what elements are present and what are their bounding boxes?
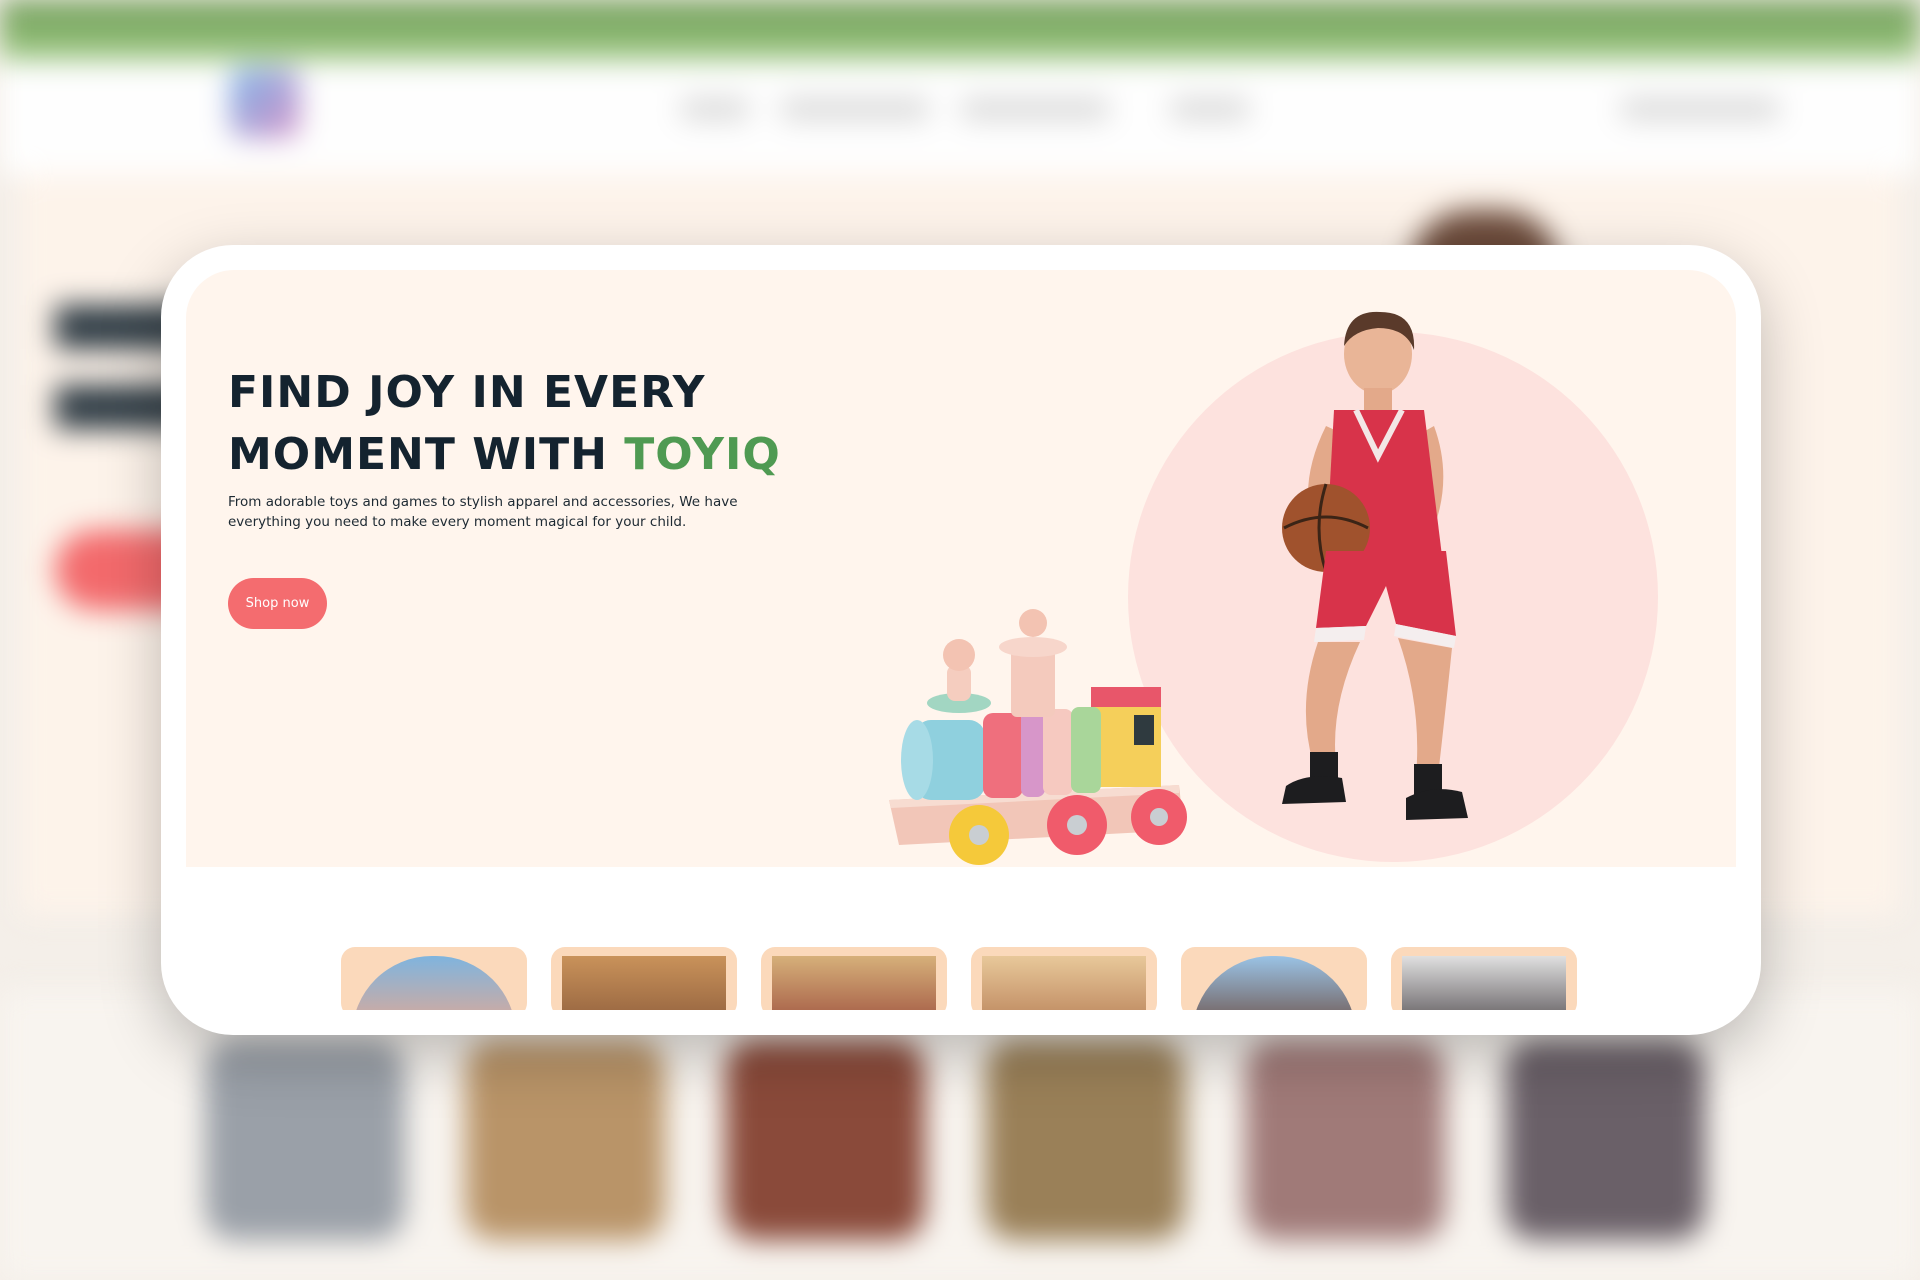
hero-title-line-1: Find joy in every: [228, 367, 706, 418]
hero-brand-name: ToyIQ: [624, 429, 781, 480]
background-logo: [230, 68, 300, 138]
category-thumbnail[interactable]: [551, 947, 737, 1010]
background-thumbnail: [1505, 1040, 1705, 1240]
category-thumbnail-image: [352, 956, 516, 1010]
hero-description: From adorable toys and games to stylish …: [228, 494, 738, 530]
hero-preview-inner: Find joy in every moment with ToyIQ From…: [186, 270, 1736, 1010]
category-thumbnail[interactable]: [971, 947, 1157, 1010]
background-thumbnail: [465, 1040, 665, 1240]
background-thumbnail: [1245, 1040, 1445, 1240]
toy-train-image: [889, 609, 1187, 865]
background-nav-item: [960, 98, 1110, 120]
hero-title: Find joy in every moment with ToyIQ: [228, 362, 781, 486]
category-thumbnail[interactable]: [1181, 947, 1367, 1010]
category-thumbnail[interactable]: [1391, 947, 1577, 1010]
hero-preview-card: Find joy in every moment with ToyIQ From…: [161, 245, 1761, 1035]
category-thumbnail-image: [1192, 956, 1356, 1010]
category-thumbnail-image: [562, 956, 726, 1010]
category-thumbnail-row: [341, 947, 1581, 1010]
background-nav-item: [780, 98, 930, 120]
background-nav-item: [1620, 98, 1780, 120]
category-thumbnail-image: [1402, 956, 1566, 1010]
shop-now-button[interactable]: Shop now: [228, 578, 327, 629]
boy-with-basketball-image: [1282, 311, 1468, 820]
background-thumbnail: [725, 1040, 925, 1240]
category-thumbnail-image: [772, 956, 936, 1010]
hero-title-line-2: moment with: [228, 429, 608, 480]
category-thumbnail[interactable]: [761, 947, 947, 1010]
category-thumbnail-image: [982, 956, 1146, 1010]
category-thumbnail[interactable]: [341, 947, 527, 1010]
background-thumbnail: [205, 1040, 405, 1240]
background-thumbnail: [985, 1040, 1185, 1240]
background-nav-item: [1170, 98, 1250, 120]
background-nav-item: [680, 98, 750, 120]
hero-banner: Find joy in every moment with ToyIQ From…: [186, 270, 1736, 867]
